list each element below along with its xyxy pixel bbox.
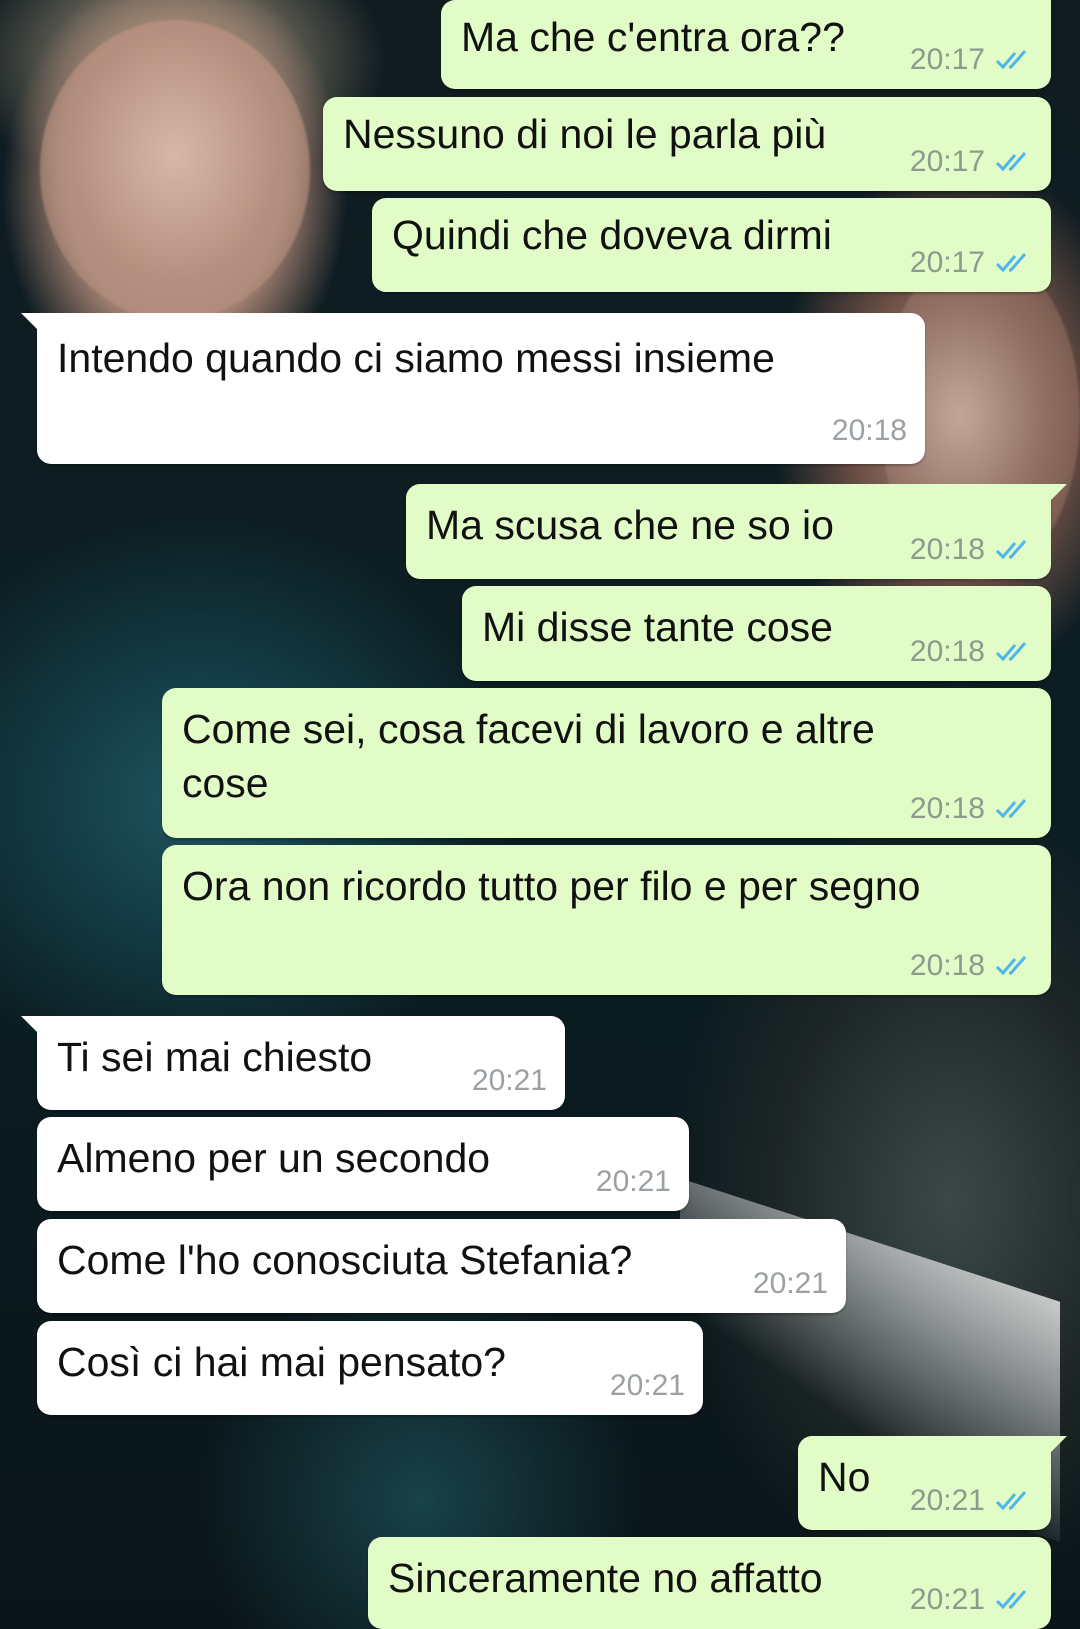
- message-meta: 20:21: [910, 1583, 1033, 1617]
- message-meta: 20:18: [910, 949, 1033, 983]
- message-text: Come sei, cosa facevi di lavoro e altre …: [182, 706, 887, 806]
- bubble-tail: [21, 1016, 43, 1038]
- message-time: 20:21: [752, 1267, 828, 1300]
- double-check-icon: [995, 956, 1027, 976]
- bubble-tail: [1045, 1436, 1067, 1458]
- message-incoming[interactable]: Così ci hai mai pensato? 20:21: [37, 1321, 703, 1415]
- message-time: 20:18: [831, 414, 907, 447]
- message-time: 20:18: [909, 533, 985, 566]
- double-check-icon: [995, 50, 1027, 70]
- message-meta: 20:18: [910, 533, 1033, 567]
- message-outgoing[interactable]: Come sei, cosa facevi di lavoro e altre …: [162, 688, 1051, 838]
- message-time: 20:21: [609, 1369, 685, 1402]
- message-meta: 20:21: [610, 1369, 685, 1403]
- message-incoming[interactable]: Ti sei mai chiesto 20:21: [21, 1016, 565, 1110]
- message-meta: 20:18: [910, 635, 1033, 669]
- message-meta: 20:17: [910, 246, 1033, 280]
- message-outgoing[interactable]: Nessuno di noi le parla più 20:17: [323, 97, 1051, 191]
- message-text: Come l'ho conosciuta Stefania?: [57, 1237, 633, 1283]
- message-text: No: [818, 1454, 871, 1500]
- message-text: Ma scusa che ne so io: [426, 502, 834, 548]
- message-outgoing[interactable]: Sinceramente no affatto 20:21: [368, 1537, 1051, 1629]
- message-time: 20:17: [909, 145, 985, 178]
- message-meta: 20:17: [910, 145, 1033, 179]
- message-time: 20:21: [595, 1165, 671, 1198]
- double-check-icon: [995, 152, 1027, 172]
- double-check-icon: [995, 540, 1027, 560]
- message-outgoing[interactable]: No 20:21: [798, 1436, 1067, 1530]
- message-text: Ora non ricordo tutto per filo e per seg…: [182, 863, 921, 909]
- message-incoming[interactable]: Almeno per un secondo 20:21: [37, 1117, 689, 1211]
- message-text: Sinceramente no affatto: [388, 1555, 823, 1601]
- message-time: 20:17: [909, 246, 985, 279]
- wallpaper-face-left: [40, 20, 310, 320]
- message-meta: 20:21: [910, 1484, 1033, 1518]
- message-time: 20:17: [909, 43, 985, 76]
- message-meta: 20:18: [910, 792, 1033, 826]
- double-check-icon: [995, 642, 1027, 662]
- double-check-icon: [995, 253, 1027, 273]
- message-meta: 20:21: [753, 1267, 828, 1301]
- message-text: Intendo quando ci siamo messi insieme: [57, 335, 775, 381]
- message-outgoing[interactable]: Ora non ricordo tutto per filo e per seg…: [162, 845, 1051, 995]
- message-text: Ma che c'entra ora??: [461, 14, 845, 60]
- message-time: 20:18: [909, 792, 985, 825]
- message-time: 20:21: [909, 1583, 985, 1616]
- message-time: 20:18: [909, 949, 985, 982]
- message-outgoing[interactable]: Quindi che doveva dirmi 20:17: [372, 198, 1051, 292]
- bubble-tail: [21, 313, 43, 335]
- message-time: 20:21: [471, 1064, 547, 1097]
- message-text: Quindi che doveva dirmi: [392, 212, 832, 258]
- message-time: 20:21: [909, 1484, 985, 1517]
- message-meta: 20:21: [472, 1064, 547, 1098]
- message-incoming[interactable]: Intendo quando ci siamo messi insieme 20…: [21, 313, 925, 464]
- message-incoming[interactable]: Come l'ho conosciuta Stefania? 20:21: [37, 1219, 846, 1313]
- message-outgoing[interactable]: Ma scusa che ne so io 20:18: [406, 484, 1067, 579]
- message-meta: 20:17: [910, 43, 1033, 77]
- message-text: Così ci hai mai pensato?: [57, 1339, 506, 1385]
- message-meta: 20:18: [832, 414, 907, 448]
- bubble-tail: [1045, 484, 1067, 506]
- message-outgoing[interactable]: Mi disse tante cose 20:18: [462, 586, 1051, 681]
- message-time: 20:18: [909, 635, 985, 668]
- message-text: Mi disse tante cose: [482, 604, 833, 650]
- double-check-icon: [995, 1491, 1027, 1511]
- message-text: Ti sei mai chiesto: [57, 1034, 373, 1080]
- message-text: Almeno per un secondo: [57, 1135, 491, 1181]
- message-text: Nessuno di noi le parla più: [343, 111, 827, 157]
- message-outgoing[interactable]: Ma che c'entra ora?? 20:17: [441, 0, 1051, 89]
- double-check-icon: [995, 799, 1027, 819]
- message-meta: 20:21: [596, 1165, 671, 1199]
- double-check-icon: [995, 1590, 1027, 1610]
